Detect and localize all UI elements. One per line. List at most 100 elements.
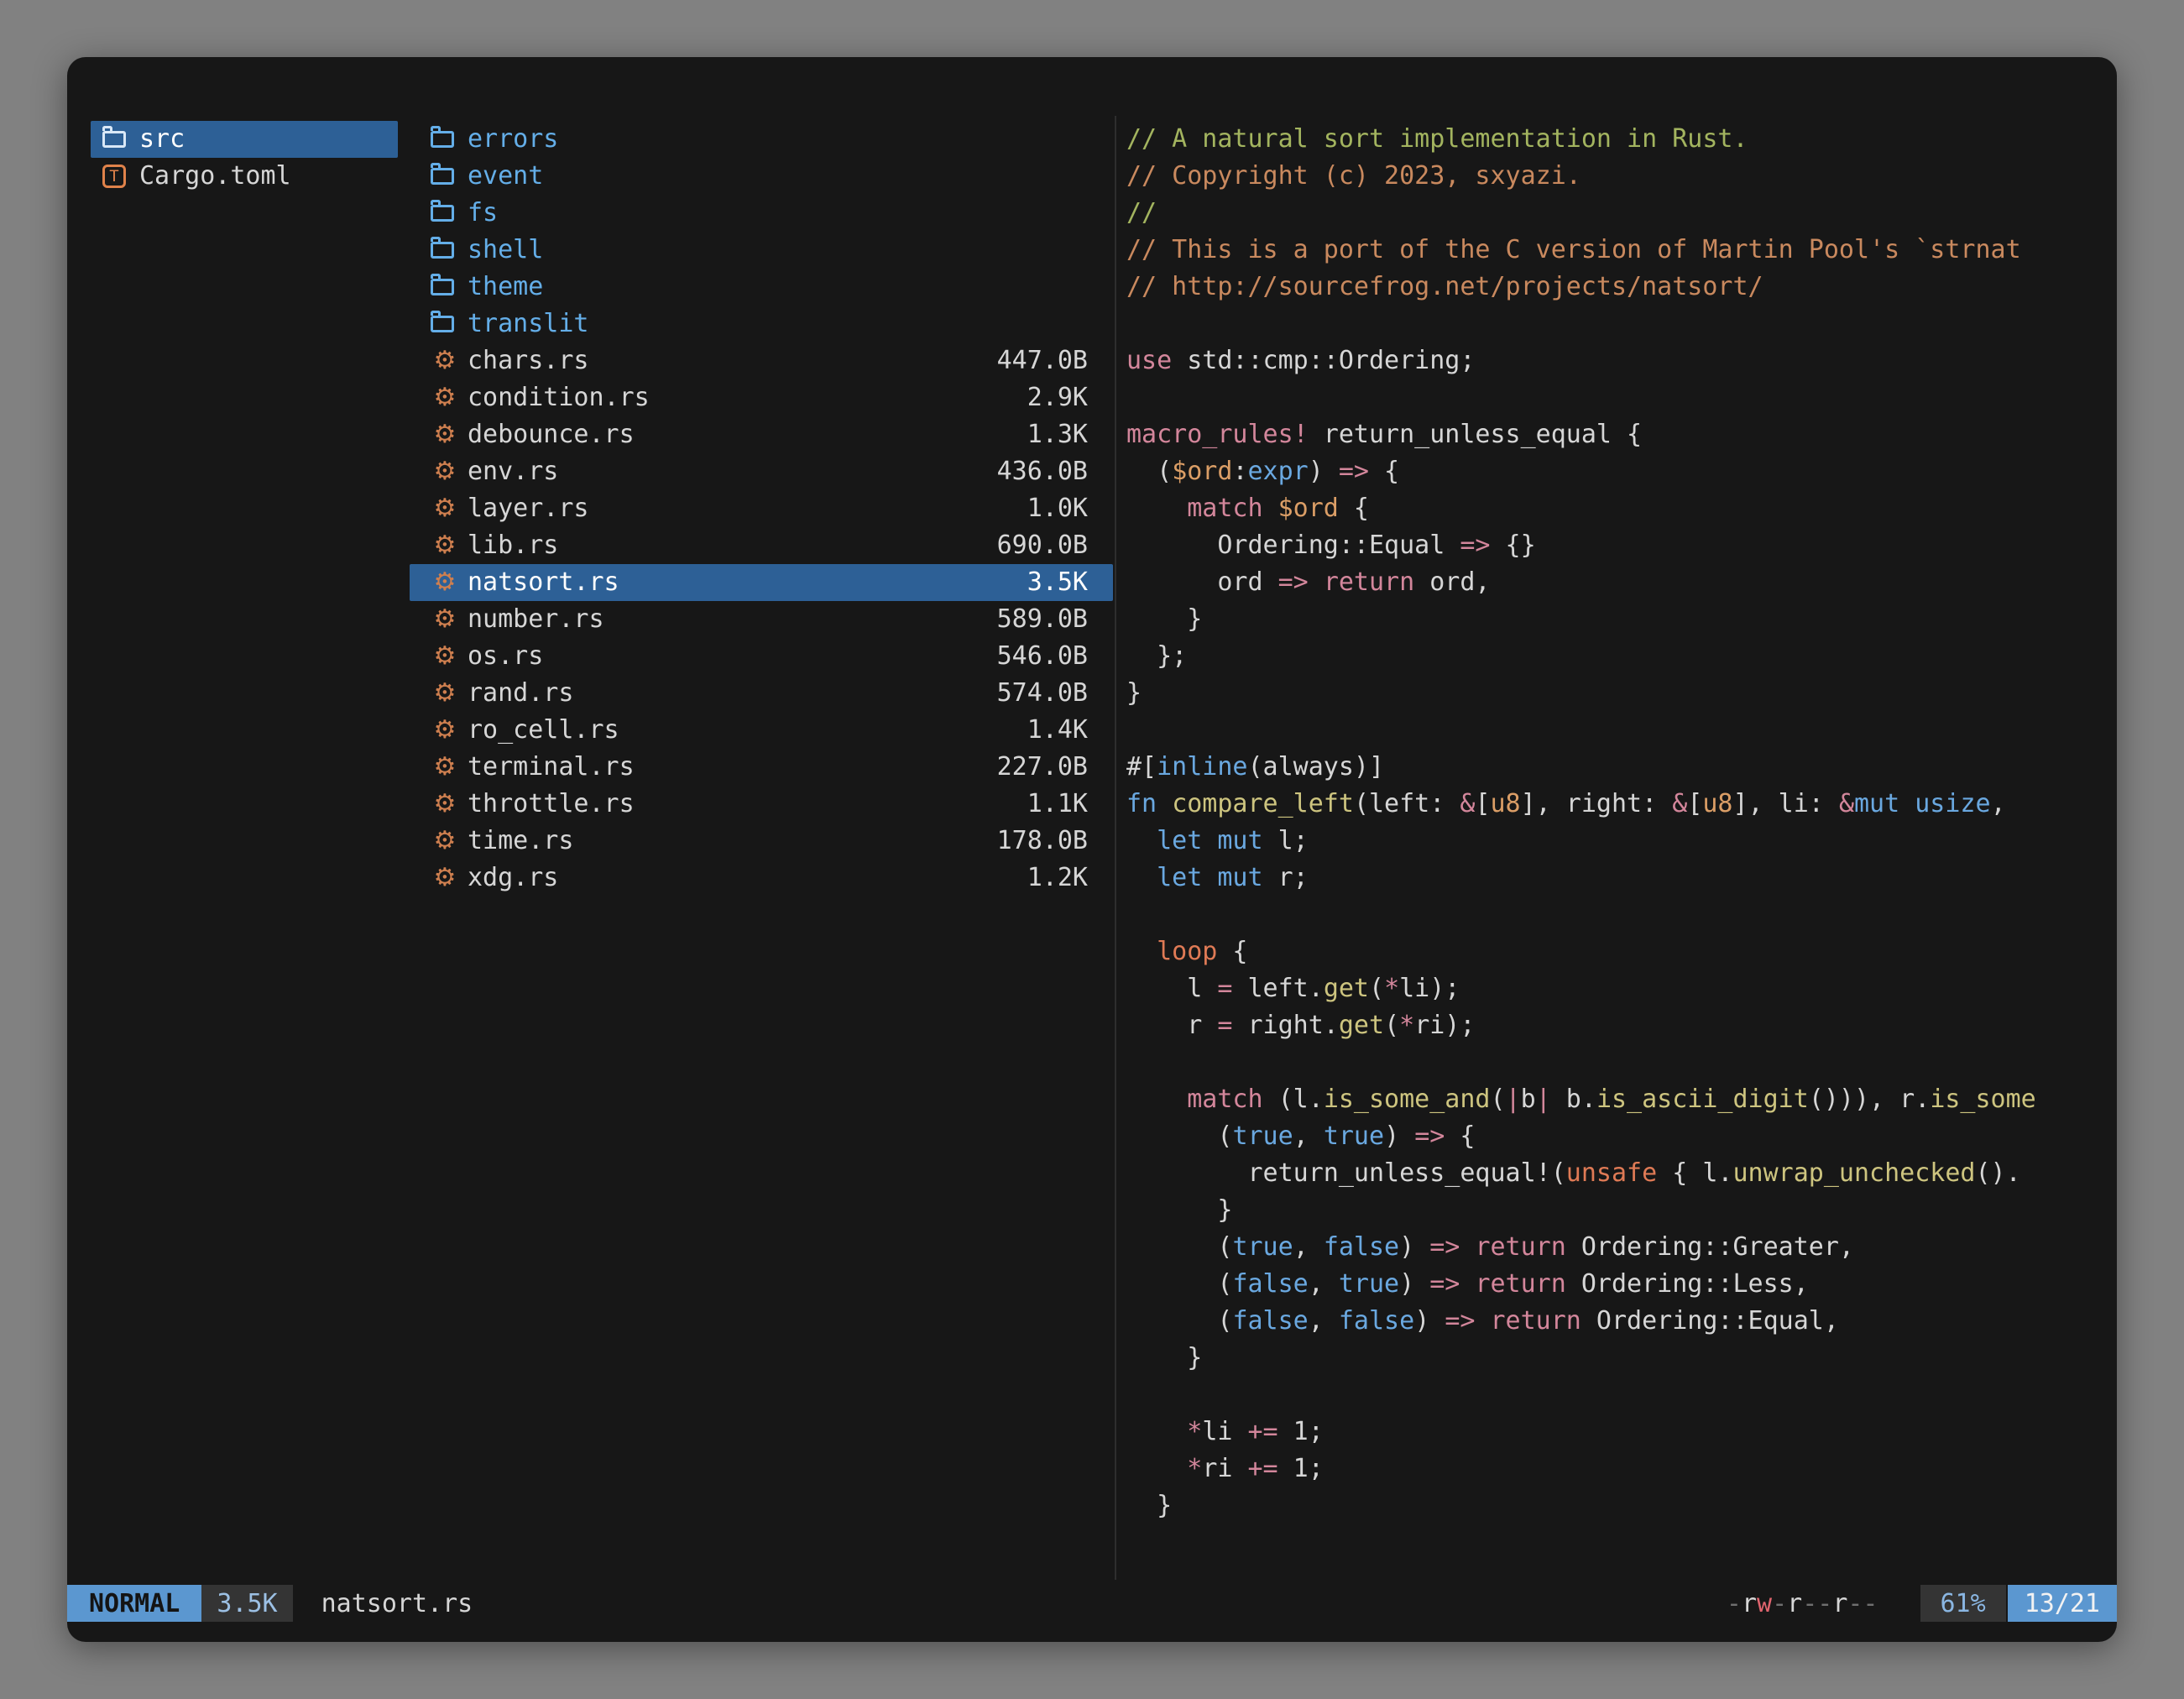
code-line: #[inline(always)] (1126, 749, 2117, 786)
file-name: ro_cell.rs (468, 712, 619, 749)
file-row[interactable]: ⚙natsort.rs3.5K (410, 564, 1113, 601)
code-line: (true, false) => return Ordering::Greate… (1126, 1229, 2117, 1266)
file-size: 1.2K (1027, 860, 1088, 897)
code-line (1126, 1377, 2117, 1414)
cursor-position-badge: 13/21 (2008, 1585, 2117, 1622)
file-name: fs (468, 195, 498, 232)
file-row[interactable]: ⚙env.rs436.0B (410, 453, 1113, 490)
file-name: translit (468, 306, 589, 342)
toml-file-icon: T (102, 165, 126, 188)
parent-pane: src T Cargo.toml (91, 121, 398, 195)
code-line: *li += 1; (1126, 1414, 2117, 1451)
rust-file-icon: ⚙ (431, 823, 459, 860)
file-row[interactable]: ⚙time.rs 178.0B (410, 823, 1113, 860)
file-name: throttle.rs (468, 786, 635, 823)
preview-pane: // A natural sort implementation in Rust… (1126, 121, 2117, 1524)
item-label: Cargo.toml (139, 158, 291, 195)
code-line: (false, false) => return Ordering::Equal… (1126, 1303, 2117, 1340)
rust-file-icon: ⚙ (431, 416, 459, 453)
file-size: 690.0B (997, 527, 1088, 564)
file-name: errors (468, 121, 558, 158)
file-name: chars.rs (468, 342, 589, 379)
file-row[interactable]: fs (410, 195, 1113, 232)
rust-file-icon: ⚙ (431, 379, 459, 416)
file-size: 2.9K (1027, 379, 1088, 416)
file-row[interactable]: theme (410, 269, 1113, 306)
code-line: macro_rules! return_unless_equal { (1126, 416, 2117, 453)
code-line: let mut r; (1126, 860, 2117, 897)
file-name: env.rs (468, 453, 558, 490)
mode-badge: NORMAL (67, 1585, 201, 1622)
code-line: // http://sourcefrog.net/projects/natsor… (1126, 269, 2117, 306)
file-row[interactable]: ⚙xdg.rs1.2K (410, 860, 1113, 897)
file-row[interactable]: errors (410, 121, 1113, 158)
file-row[interactable]: event (410, 158, 1113, 195)
code-line: } (1126, 1340, 2117, 1377)
code-line: let mut l; (1126, 823, 2117, 860)
parent-item[interactable]: src (91, 121, 398, 158)
rust-file-icon: ⚙ (431, 342, 459, 379)
file-name: rand.rs (468, 675, 573, 712)
file-name: event (468, 158, 543, 195)
code-line: // (1126, 195, 2117, 232)
file-name: debounce.rs (468, 416, 635, 453)
folder-icon (431, 316, 454, 332)
code-line (1126, 712, 2117, 749)
code-line (1126, 897, 2117, 933)
code-line: }; (1126, 638, 2117, 675)
file-row[interactable]: ⚙terminal.rs227.0B (410, 749, 1113, 786)
code-line: } (1126, 601, 2117, 638)
status-filename: natsort.rs (321, 1589, 473, 1618)
code-line (1126, 1044, 2117, 1081)
code-line: // A natural sort implementation in Rust… (1126, 121, 2117, 158)
file-row[interactable]: ⚙throttle.rs1.1K (410, 786, 1113, 823)
file-size: 1.1K (1027, 786, 1088, 823)
item-label: src (139, 121, 185, 158)
rust-file-icon: ⚙ (431, 675, 459, 712)
file-row[interactable]: ⚙ro_cell.rs1.4K (410, 712, 1113, 749)
rust-file-icon: ⚙ (431, 638, 459, 675)
current-pane: errorseventfsshellthemetranslit⚙chars.rs… (410, 121, 1113, 897)
file-row[interactable]: ⚙layer.rs1.0K (410, 490, 1113, 527)
file-size: 1.0K (1027, 490, 1088, 527)
file-size: 178.0B (997, 823, 1088, 860)
file-row[interactable]: shell (410, 232, 1113, 269)
scroll-percent-badge: 61% (1920, 1585, 2006, 1622)
code-line: return_unless_equal!(unsafe { l.unwrap_u… (1126, 1155, 2117, 1192)
code-line: *ri += 1; (1126, 1451, 2117, 1487)
code-line: ($ord:expr) => { (1126, 453, 2117, 490)
file-row[interactable]: ⚙number.rs589.0B (410, 601, 1113, 638)
code-line: r = right.get(*ri); (1126, 1007, 2117, 1044)
code-line: (false, true) => return Ordering::Less, (1126, 1266, 2117, 1303)
file-size: 3.5K (1027, 564, 1088, 601)
code-line: l = left.get(*li); (1126, 970, 2117, 1007)
permissions-text: -rw-r--r-- (1727, 1589, 1878, 1618)
parent-item[interactable]: T Cargo.toml (91, 158, 398, 195)
file-name: time.rs (468, 823, 573, 860)
code-line: // Copyright (c) 2023, sxyazi. (1126, 158, 2117, 195)
code-line: fn compare_left(left: &[u8], right: &[u8… (1126, 786, 2117, 823)
file-name: terminal.rs (468, 749, 635, 786)
code-line: use std::cmp::Ordering; (1126, 342, 2117, 379)
file-name: xdg.rs (468, 860, 558, 897)
file-name: lib.rs (468, 527, 558, 564)
code-line (1126, 306, 2117, 342)
file-name: theme (468, 269, 543, 306)
file-row[interactable]: ⚙os.rs546.0B (410, 638, 1113, 675)
file-row[interactable]: ⚙condition.rs2.9K (410, 379, 1113, 416)
file-row[interactable]: ⚙chars.rs447.0B (410, 342, 1113, 379)
code-line: } (1126, 1192, 2117, 1229)
file-size: 589.0B (997, 601, 1088, 638)
rust-file-icon: ⚙ (431, 601, 459, 638)
file-row[interactable]: ⚙debounce.rs1.3K (410, 416, 1113, 453)
code-line: // This is a port of the C version of Ma… (1126, 232, 2117, 269)
file-size: 436.0B (997, 453, 1088, 490)
folder-icon (431, 279, 454, 295)
rust-file-icon: ⚙ (431, 712, 459, 749)
file-row[interactable]: ⚙lib.rs690.0B (410, 527, 1113, 564)
file-name: shell (468, 232, 543, 269)
code-line: loop { (1126, 933, 2117, 970)
folder-icon (431, 168, 454, 185)
file-row[interactable]: translit (410, 306, 1113, 342)
file-row[interactable]: ⚙rand.rs574.0B (410, 675, 1113, 712)
